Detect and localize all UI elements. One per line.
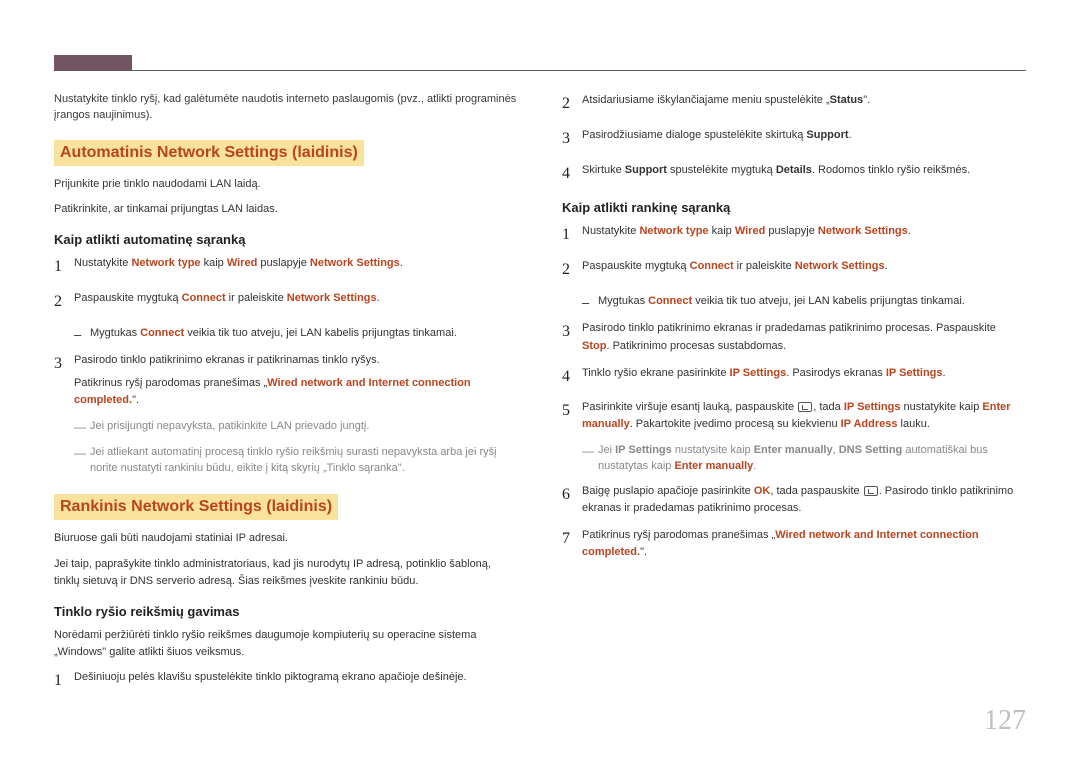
step-text: Pasirodo tinklo patikrinimo ekranas ir p… (582, 320, 1026, 354)
step-text: Baigę puslapio apačioje pasirinkite OK, … (582, 483, 1026, 517)
step-text: Nustatykite Network type kaip Wired pusl… (74, 255, 518, 280)
step-number: 3 (562, 127, 582, 152)
dash-icon: ‒ (74, 325, 90, 345)
step-2: 2 Paspauskite mygtuką Connect ir paleisk… (54, 290, 518, 315)
paragraph: Biuruose gali būti naudojami statiniai I… (54, 530, 518, 547)
note-text: Jei IP Settings nustatysite kaip Enter m… (598, 443, 1026, 475)
right-column: 2 Atsidariusiame iškylančiajame meniu sp… (562, 92, 1026, 704)
intro-text: Nustatykite tinklo ryšį, kad galėtumėte … (54, 92, 518, 124)
step-1: 1 Nustatykite Network type kaip Wired pu… (54, 255, 518, 280)
step-number: 5 (562, 399, 582, 433)
note-marker-icon: ― (74, 419, 90, 436)
note-text: Jei atliekant automatinį procesą tinklo … (90, 445, 518, 477)
subheading-values: Tinklo ryšio reikšmių gavimas (54, 604, 518, 619)
step-3: 3 Pasirodžiusiame dialoge spustelėkite s… (562, 127, 1026, 152)
note-text: Jei prisijungti nepavyksta, patikinkite … (90, 419, 518, 436)
step-text: Patikrinus ryšį parodomas pranešimas „Wi… (582, 527, 1026, 561)
step-number: 3 (54, 352, 74, 409)
section-heading-manual: Rankinis Network Settings (laidinis) (54, 494, 338, 520)
section-heading-auto: Automatinis Network Settings (laidinis) (54, 140, 364, 166)
substep: ‒ Mygtukas Connect veikia tik tuo atveju… (74, 325, 518, 345)
step-number: 6 (562, 483, 582, 517)
step-text: Dešiniuoju pelės klavišu spustelėkite ti… (74, 669, 518, 694)
left-column: Nustatykite tinklo ryšį, kad galėtumėte … (54, 92, 518, 704)
note: ― Jei prisijungti nepavyksta, patikinkit… (74, 419, 518, 436)
note: ― Jei IP Settings nustatysite kaip Enter… (582, 443, 1026, 475)
note-marker-icon: ― (74, 445, 90, 477)
step-text: Pasirodžiusiame dialoge spustelėkite ski… (582, 127, 1026, 152)
step-number: 1 (562, 223, 582, 248)
note: ― Jei atliekant automatinį procesą tinkl… (74, 445, 518, 477)
paragraph: Patikrinkite, ar tinkamai prijungtas LAN… (54, 201, 518, 218)
paragraph: Norėdami peržiūrėti tinklo ryšio reikšme… (54, 627, 518, 661)
step-4: 4 Tinklo ryšio ekrane pasirinkite IP Set… (562, 365, 1026, 390)
page-number: 127 (984, 705, 1026, 737)
step-6: 6 Baigę puslapio apačioje pasirinkite OK… (562, 483, 1026, 517)
step-text: Paspauskite mygtuką Connect ir paleiskit… (582, 258, 1026, 283)
step-number: 2 (54, 290, 74, 315)
step-number: 1 (54, 669, 74, 694)
paragraph: Jei taip, paprašykite tinklo administrat… (54, 556, 518, 590)
step-1: 1 Dešiniuoju pelės klavišu spustelėkite … (54, 669, 518, 694)
step-number: 7 (562, 527, 582, 561)
substep-text: Mygtukas Connect veikia tik tuo atveju, … (598, 293, 1026, 313)
subheading-manual-setup: Kaip atlikti rankinę sąranką (562, 200, 1026, 215)
step-number: 1 (54, 255, 74, 280)
step-number: 2 (562, 92, 582, 117)
step-7: 7 Patikrinus ryšį parodomas pranešimas „… (562, 527, 1026, 561)
step-text: Paspauskite mygtuką Connect ir paleiskit… (74, 290, 518, 315)
subheading-auto-setup: Kaip atlikti automatinę sąranką (54, 232, 518, 247)
step-number: 4 (562, 365, 582, 390)
step-text: Pasirodo tinklo patikrinimo ekranas ir p… (74, 352, 518, 409)
header-rule (54, 70, 1026, 71)
page-columns: Nustatykite tinklo ryšį, kad galėtumėte … (54, 48, 1026, 704)
note-marker-icon: ― (582, 443, 598, 475)
substep-text: Mygtukas Connect veikia tik tuo atveju, … (90, 325, 518, 345)
step-4: 4 Skirtuke Support spustelėkite mygtuką … (562, 162, 1026, 187)
enter-icon (864, 486, 878, 496)
step-text: Skirtuke Support spustelėkite mygtuką De… (582, 162, 1026, 187)
step-number: 3 (562, 320, 582, 354)
paragraph: Prijunkite prie tinklo naudodami LAN lai… (54, 176, 518, 193)
enter-icon (798, 402, 812, 412)
step-5: 5 Pasirinkite viršuje esantį lauką, pasp… (562, 399, 1026, 433)
step-text: Nustatykite Network type kaip Wired pusl… (582, 223, 1026, 248)
step-1: 1 Nustatykite Network type kaip Wired pu… (562, 223, 1026, 248)
step-number: 4 (562, 162, 582, 187)
step-3: 3 Pasirodo tinklo patikrinimo ekranas ir… (54, 352, 518, 409)
header-color-tab (54, 55, 132, 70)
substep: ‒ Mygtukas Connect veikia tik tuo atveju… (582, 293, 1026, 313)
step-number: 2 (562, 258, 582, 283)
step-text: Atsidariusiame iškylančiajame meniu spus… (582, 92, 1026, 117)
step-2: 2 Atsidariusiame iškylančiajame meniu sp… (562, 92, 1026, 117)
step-text: Pasirinkite viršuje esantį lauką, paspau… (582, 399, 1026, 433)
step-3: 3 Pasirodo tinklo patikrinimo ekranas ir… (562, 320, 1026, 354)
dash-icon: ‒ (582, 293, 598, 313)
step-2: 2 Paspauskite mygtuką Connect ir paleisk… (562, 258, 1026, 283)
step-text: Tinklo ryšio ekrane pasirinkite IP Setti… (582, 365, 1026, 390)
